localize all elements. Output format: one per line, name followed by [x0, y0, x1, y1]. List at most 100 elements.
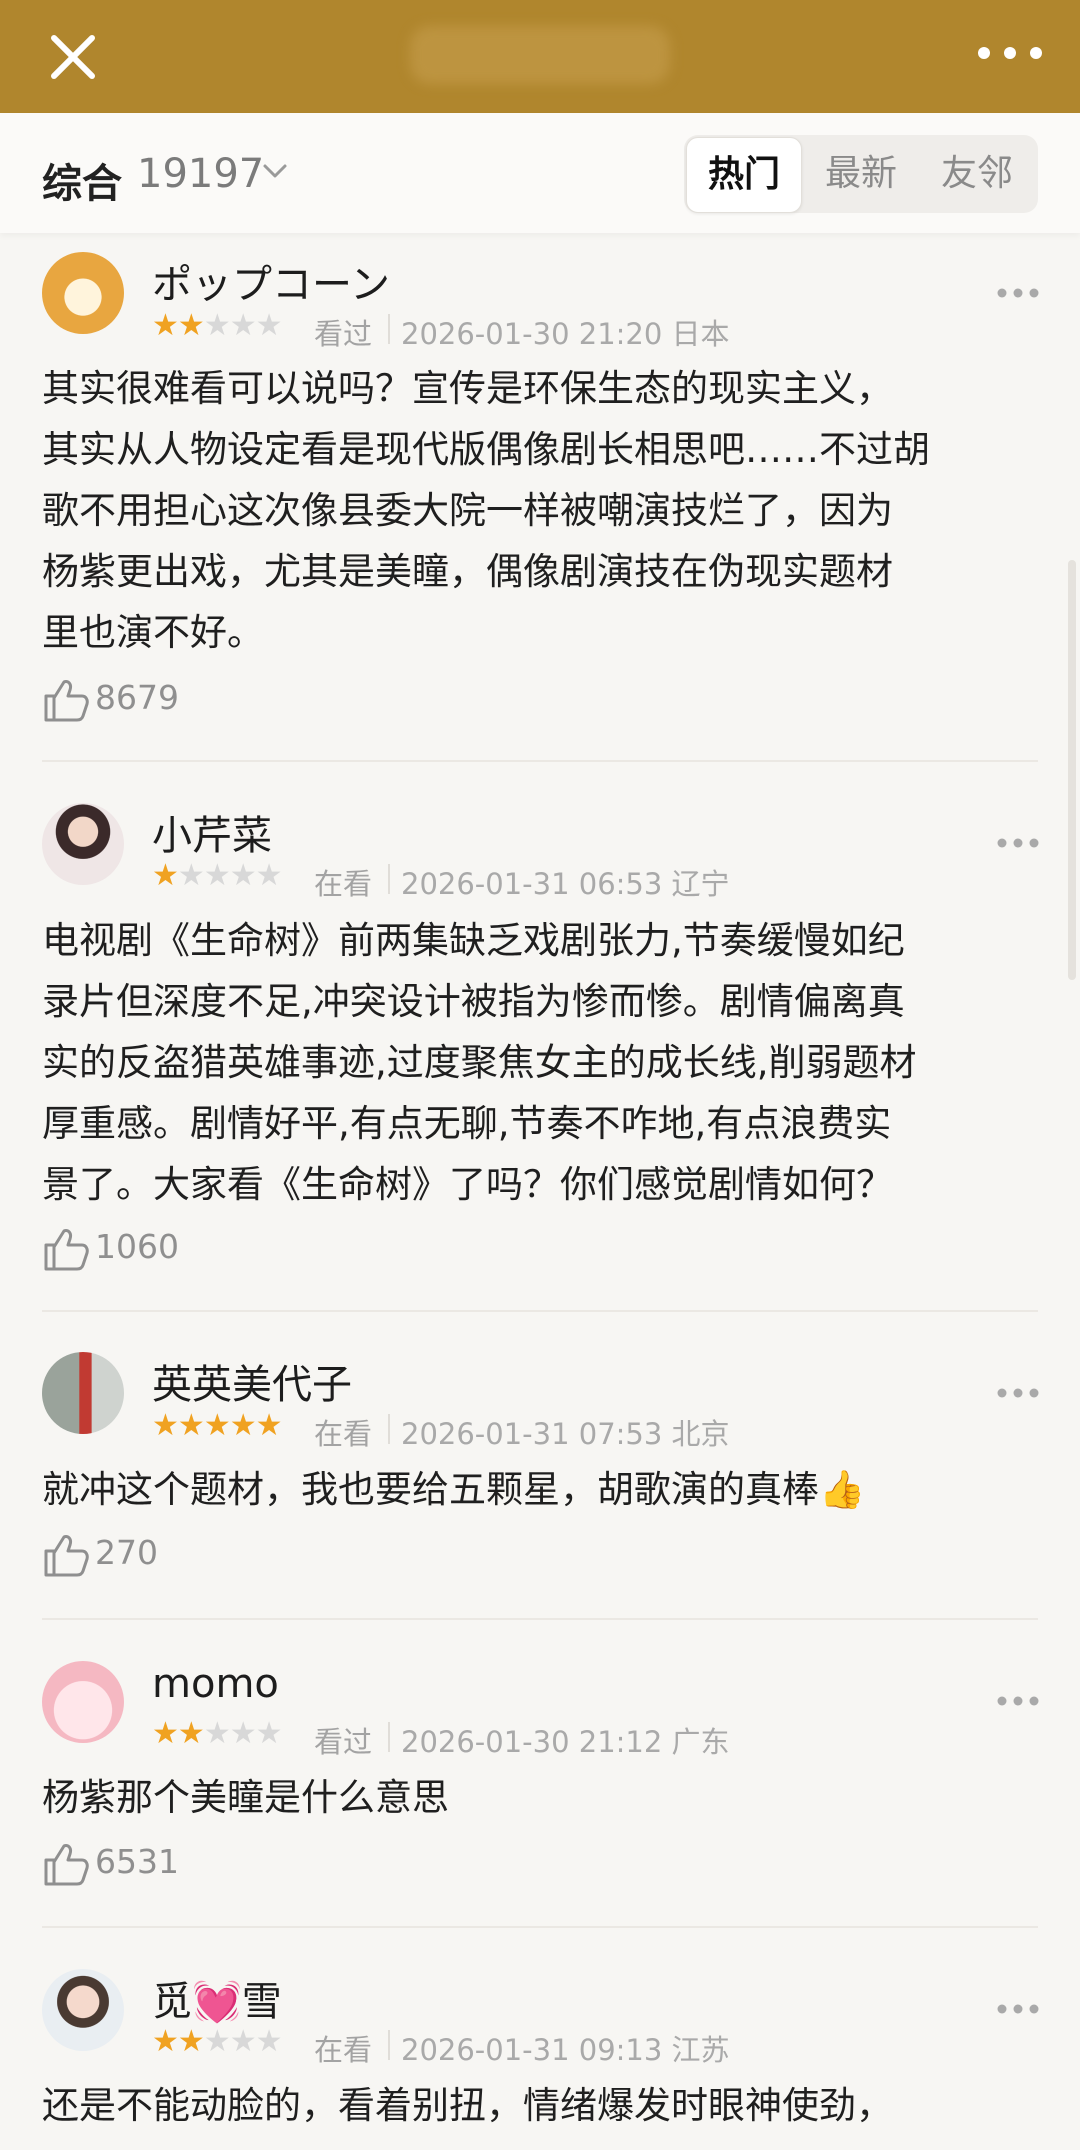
avatar[interactable]	[42, 1969, 124, 2051]
chevron-down-icon[interactable]	[260, 157, 290, 187]
scrollbar[interactable]	[1068, 560, 1076, 980]
text-line: 就冲这个题材，我也要给五颗星，胡歌演的真棒👍	[42, 1468, 866, 1511]
avatar[interactable]	[42, 252, 124, 334]
top-navigation-bar	[0, 0, 1080, 113]
username[interactable]: 觅💓雪	[152, 1969, 282, 2027]
close-icon[interactable]	[40, 24, 106, 90]
star-filled-icon: ★	[152, 1716, 179, 1751]
star-filled-icon: ★	[152, 2024, 179, 2059]
timestamp-location: 2026-01-31 06:53 辽宁	[401, 867, 730, 901]
more-options-icon[interactable]	[996, 1386, 1040, 1400]
text-line: 杨紫更出戏，尤其是美瞳，偶像剧演技在伪现实题材	[42, 550, 893, 593]
username[interactable]: 小芹菜	[152, 803, 272, 861]
star-empty-icon: ★	[177, 858, 205, 893]
divider	[388, 864, 390, 894]
segmented-tabs: 热门 最新 友邻	[684, 135, 1038, 213]
star-empty-icon: ★	[255, 1716, 283, 1751]
timestamp-location: 2026-01-30 21:20 日本	[401, 317, 730, 351]
more-horizontal-icon[interactable]	[970, 28, 1050, 78]
more-options-icon[interactable]	[996, 1694, 1040, 1708]
more-options-icon[interactable]	[996, 286, 1040, 300]
thumbs-up-icon[interactable]	[42, 1840, 90, 1888]
text-line: 歌不用担心这次像县委大院一样被嘲演技烂了，因为	[42, 489, 893, 532]
text-line: 其实从人物设定看是现代版偶像剧长相思吧……不过胡	[42, 428, 930, 471]
review-text: 还是不能动脸的，看着别扭，情绪爆发时眼神使劲，	[42, 2075, 1042, 2136]
timestamp-location: 2026-01-30 21:12 广东	[401, 1725, 730, 1759]
avatar[interactable]	[42, 1661, 124, 1743]
star-filled-icon: ★	[177, 2024, 205, 2059]
divider	[388, 1414, 390, 1444]
watch-status: 看过	[314, 1725, 373, 1759]
divider	[388, 1722, 390, 1752]
star-empty-icon: ★	[255, 308, 283, 343]
tab-friends[interactable]: 友邻	[920, 135, 1034, 213]
star-filled-icon: ★	[152, 308, 179, 343]
star-filled-icon: ★	[177, 308, 205, 343]
timestamp-location: 2026-01-31 07:53 北京	[401, 1417, 730, 1451]
thumbs-up-icon[interactable]	[42, 1225, 90, 1273]
text-line: 录片但深度不足,冲突设计被指为惨而惨。剧情偏离真	[42, 980, 905, 1023]
text-line: 电视剧《生命树》前两集缺乏戏剧张力,节奏缓慢如纪	[42, 919, 905, 962]
watch-status: 在看	[314, 2033, 373, 2067]
rating-stars: ★★★★★	[152, 308, 283, 343]
text-line: 实的反盗猎英雄事迹,过度聚焦女主的成长线,削弱题材	[42, 1041, 917, 1084]
star-empty-icon: ★	[203, 308, 231, 343]
star-filled-icon: ★	[177, 1408, 205, 1443]
avatar[interactable]	[42, 1352, 124, 1434]
star-empty-icon: ★	[255, 2024, 283, 2059]
review-text: 杨紫那个美瞳是什么意思	[42, 1767, 1042, 1828]
timestamp-location: 2026-01-31 09:13 江苏	[401, 2033, 730, 2067]
divider	[42, 1310, 1038, 1312]
like-count: 8679	[95, 678, 179, 717]
avatar[interactable]	[42, 803, 124, 885]
divider	[42, 1926, 1038, 1928]
username[interactable]: 英英美代子	[152, 1352, 352, 1410]
review-text: 其实很难看可以说吗？宣传是环保生态的现实主义， 其实从人物设定看是现代版偶像剧长…	[42, 358, 1042, 663]
review-text: 电视剧《生命树》前两集缺乏戏剧张力,节奏缓慢如纪 录片但深度不足,冲突设计被指为…	[42, 910, 1042, 1215]
rating-stars: ★★★★★	[152, 1716, 283, 1751]
star-empty-icon: ★	[229, 1716, 257, 1751]
star-empty-icon: ★	[229, 2024, 257, 2059]
divider	[42, 760, 1038, 762]
text-line: 其实很难看可以说吗？宣传是环保生态的现实主义，	[42, 367, 893, 410]
star-empty-icon: ★	[229, 858, 257, 893]
divider	[388, 314, 390, 344]
thumbs-up-icon[interactable]	[42, 676, 90, 724]
watch-status: 看过	[314, 317, 373, 351]
thumbs-up-icon[interactable]	[42, 1531, 90, 1579]
rating-stars: ★★★★★	[152, 1408, 283, 1443]
blurred-title	[410, 26, 670, 84]
review-count: 19197	[137, 151, 265, 197]
like-count: 1060	[95, 1227, 179, 1266]
like-count: 270	[95, 1533, 158, 1572]
tab-latest[interactable]: 最新	[804, 135, 918, 213]
more-options-icon[interactable]	[996, 836, 1040, 850]
star-filled-icon: ★	[177, 1716, 205, 1751]
star-filled-icon: ★	[229, 1408, 257, 1443]
divider	[388, 2030, 390, 2060]
star-filled-icon: ★	[152, 858, 179, 893]
star-empty-icon: ★	[203, 858, 231, 893]
username[interactable]: ポップコーン	[152, 252, 390, 310]
text-line: 杨紫那个美瞳是什么意思	[42, 1776, 449, 1819]
sort-label[interactable]: 综合	[42, 151, 122, 209]
filter-bar: 综合 19197 热门 最新 友邻	[0, 113, 1080, 233]
text-line: 还是不能动脸的，看着别扭，情绪爆发时眼神使劲，	[42, 2084, 893, 2127]
star-filled-icon: ★	[255, 1408, 283, 1443]
watch-status: 在看	[314, 1417, 373, 1451]
tab-hot[interactable]: 热门	[686, 137, 802, 213]
star-empty-icon: ★	[203, 1716, 231, 1751]
text-line: 里也演不好。	[42, 611, 264, 654]
review-text: 就冲这个题材，我也要给五颗星，胡歌演的真棒👍	[42, 1459, 1042, 1520]
watch-status: 在看	[314, 867, 373, 901]
text-line: 景了。大家看《生命树》了吗？你们感觉剧情如何？	[42, 1163, 893, 1206]
star-empty-icon: ★	[255, 858, 283, 893]
star-empty-icon: ★	[203, 2024, 231, 2059]
username[interactable]: momo	[152, 1661, 279, 1707]
star-filled-icon: ★	[152, 1408, 179, 1443]
like-count: 6531	[95, 1842, 179, 1881]
divider	[42, 1618, 1038, 1620]
more-options-icon[interactable]	[996, 2002, 1040, 2016]
text-line: 厚重感。剧情好平,有点无聊,节奏不咋地,有点浪费实	[42, 1102, 892, 1145]
star-filled-icon: ★	[203, 1408, 231, 1443]
